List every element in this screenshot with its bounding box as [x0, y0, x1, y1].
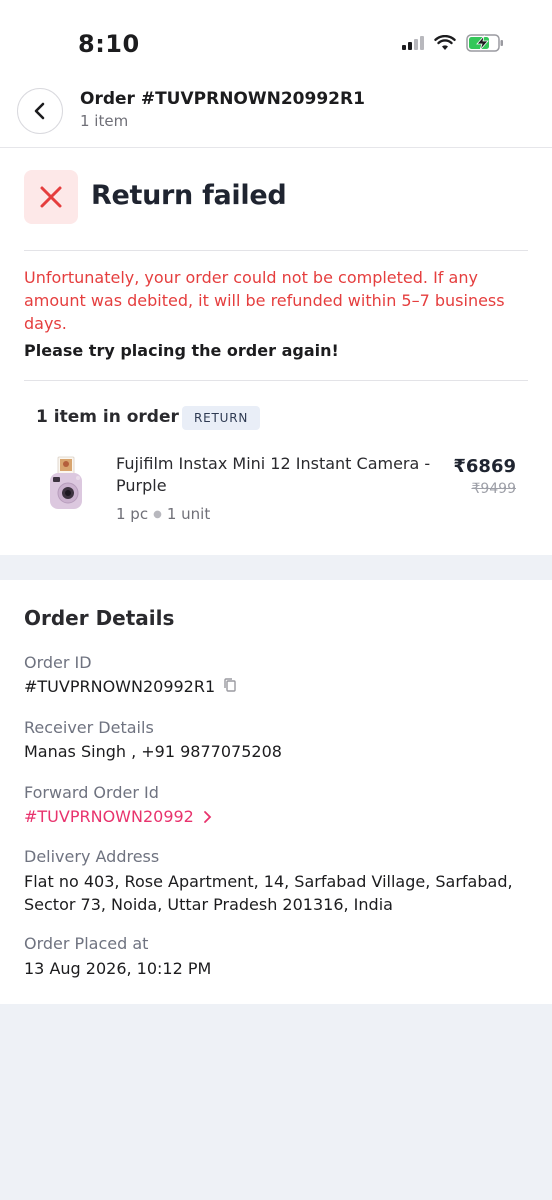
page-title: Order #TUVPRNOWN20992R1 — [80, 89, 365, 109]
status-title: Return failed — [91, 180, 287, 211]
order-details-title: Order Details — [24, 606, 175, 630]
copy-icon[interactable] — [223, 676, 237, 699]
separator-dot: ● — [153, 509, 162, 520]
retry-message: Please try placing the order again! — [24, 341, 339, 360]
return-status-card: Return failed Unfortunately, your order … — [0, 148, 552, 555]
receiver-label: Receiver Details — [24, 718, 154, 737]
status-icons — [402, 34, 504, 52]
order-id-label: Order ID — [24, 653, 92, 672]
wifi-icon — [434, 35, 456, 50]
signal-icon — [402, 36, 424, 50]
page-subtitle: 1 item — [80, 112, 129, 130]
order-id-value: #TUVPRNOWN20992R1 — [24, 677, 216, 696]
status-bar: 8:10 — [0, 0, 552, 86]
order-page: 8:10 Order #TUVPRNOWN20992R1 1 item Retu… — [0, 0, 552, 1200]
order-details-card: Order Details Order ID #TUVPRNOWN20992R1… — [0, 580, 552, 1004]
order-placed-value: 13 Aug 2026, 10:12 PM — [24, 959, 212, 978]
forward-order-value: #TUVPRNOWN20992 — [24, 807, 194, 826]
back-arrow-icon — [34, 102, 45, 120]
product-pieces: 1 pc — [116, 505, 149, 523]
header: Order #TUVPRNOWN20992R1 1 item — [0, 86, 552, 148]
battery-charging-icon — [466, 34, 503, 52]
fail-status-icon-box — [24, 170, 78, 224]
back-button[interactable] — [17, 88, 63, 134]
items-count-title: 1 item in order — [36, 407, 179, 427]
product-original-price: ₹9499 — [471, 481, 516, 497]
divider — [24, 250, 528, 251]
divider — [24, 380, 528, 381]
status-time: 8:10 — [78, 30, 140, 58]
delivery-address-label: Delivery Address — [24, 847, 160, 866]
receiver-value: Manas Singh , +91 9877075208 — [24, 742, 282, 761]
product-units: 1 unit — [166, 505, 211, 523]
camera-product-image — [44, 453, 88, 515]
product-name[interactable]: Fujifilm Instax Mini 12 Instant Camera -… — [116, 453, 446, 497]
close-icon — [40, 186, 62, 208]
chevron-right-icon — [203, 810, 212, 823]
product-price: ₹6869 — [453, 456, 516, 477]
delivery-address-value: Flat no 403, Rose Apartment, 14, Sarfaba… — [24, 872, 513, 914]
forward-order-label: Forward Order Id — [24, 783, 159, 802]
product-quantity: 1 pc ● 1 unit — [116, 505, 210, 523]
order-id-row: #TUVPRNOWN20992R1 — [24, 675, 237, 699]
order-placed-label: Order Placed at — [24, 934, 149, 953]
failure-message: Unfortunately, your order could not be c… — [24, 268, 505, 333]
forward-order-link[interactable]: #TUVPRNOWN20992 — [24, 805, 212, 828]
return-badge: RETURN — [182, 406, 261, 430]
